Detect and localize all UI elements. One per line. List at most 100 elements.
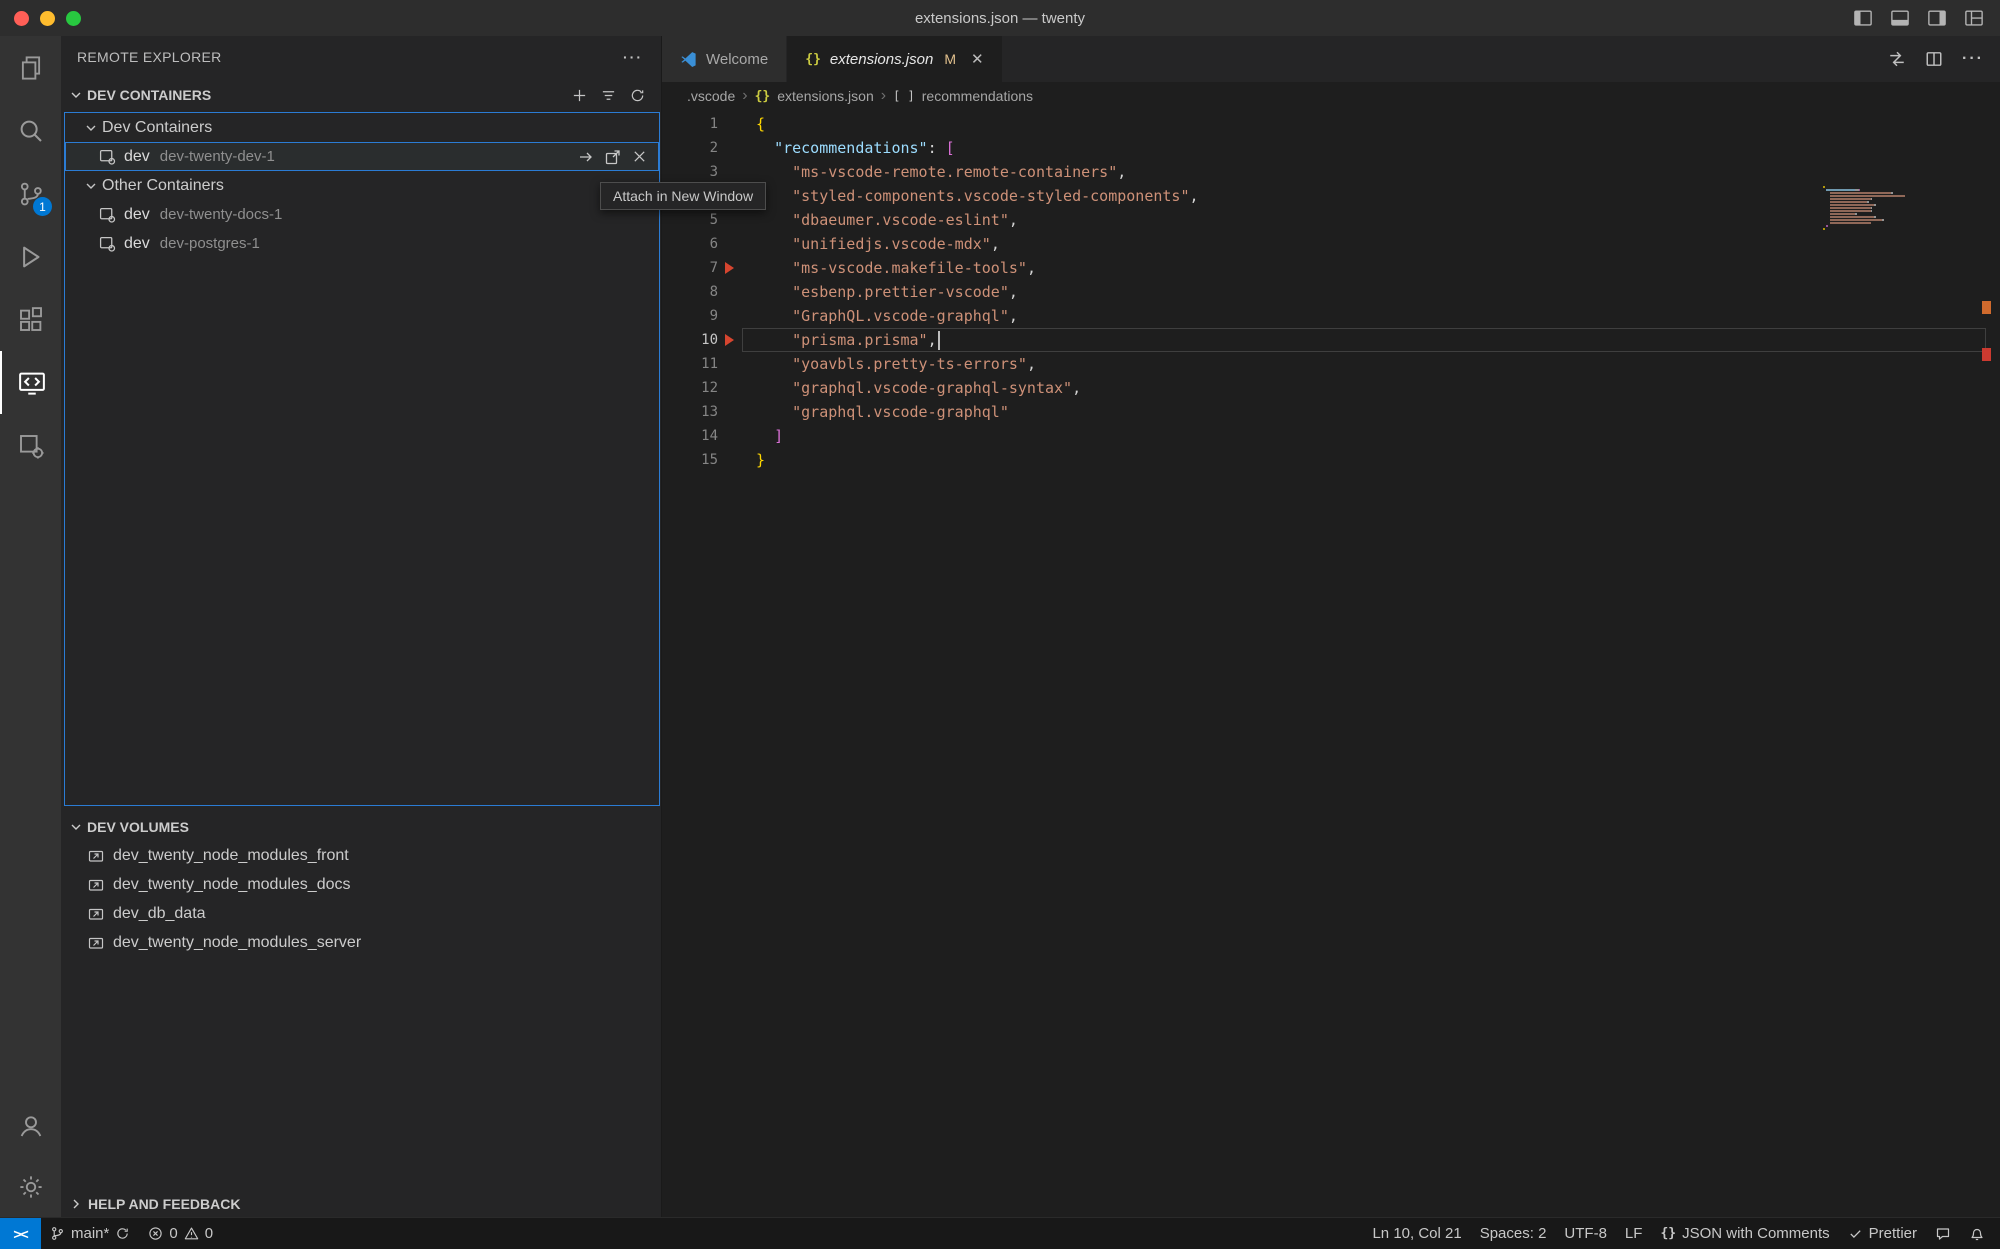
minimize-window-button[interactable] xyxy=(40,11,55,26)
accounts-icon[interactable] xyxy=(0,1095,61,1156)
code-line[interactable]: 11 "yoavbls.pretty-ts-errors", xyxy=(662,352,2000,376)
line-number[interactable]: 9 xyxy=(662,304,718,328)
close-icon[interactable] xyxy=(632,149,647,164)
source-control-icon[interactable]: 1 xyxy=(0,162,61,225)
code-line[interactable]: 7 "ms-vscode.makefile-tools", xyxy=(662,256,2000,280)
tree-group-dev-containers[interactable]: Dev Containers xyxy=(65,113,659,142)
attach-in-new-window-icon[interactable] xyxy=(605,149,621,165)
line-number[interactable]: 13 xyxy=(662,400,718,424)
line-number[interactable]: 1 xyxy=(662,112,718,136)
refresh-icon[interactable] xyxy=(630,88,645,103)
volume-item[interactable]: dev_twenty_node_modules_docs xyxy=(61,870,661,899)
toggle-secondary-sidebar-icon[interactable] xyxy=(1927,8,1947,28)
line-number[interactable]: 11 xyxy=(662,352,718,376)
code-line[interactable]: 8 "esbenp.prettier-vscode", xyxy=(662,280,2000,304)
attach-container-icon[interactable] xyxy=(578,149,594,165)
explorer-icon[interactable] xyxy=(0,36,61,99)
sidebar-more-actions-icon[interactable]: ··· xyxy=(623,49,643,65)
code-text[interactable]: "unifiedjs.vscode-mdx", xyxy=(742,232,1000,256)
line-number[interactable]: 14 xyxy=(662,424,718,448)
line-number[interactable]: 10 xyxy=(662,328,718,352)
code-text[interactable]: "yoavbls.pretty-ts-errors", xyxy=(742,352,1036,376)
section-help-and-feedback[interactable]: HELP AND FEEDBACK xyxy=(61,1190,661,1217)
code-text[interactable]: "dbaeumer.vscode-eslint", xyxy=(742,208,1018,232)
code-text[interactable]: "ms-vscode.makefile-tools", xyxy=(742,256,1036,280)
minimap[interactable] xyxy=(1823,186,1905,231)
section-dev-volumes-header[interactable]: DEV VOLUMES xyxy=(87,819,189,835)
search-icon[interactable] xyxy=(0,99,61,162)
split-editor-icon[interactable] xyxy=(1925,50,1943,68)
tab-welcome[interactable]: Welcome xyxy=(662,36,787,82)
breadcrumb-file[interactable]: extensions.json xyxy=(777,88,874,104)
code-line[interactable]: 3 "ms-vscode-remote.remote-containers", xyxy=(662,160,2000,184)
volume-item[interactable]: dev_db_data xyxy=(61,899,661,928)
code-line[interactable]: 1{ xyxy=(662,112,2000,136)
settings-gear-icon[interactable] xyxy=(0,1156,61,1217)
code-text[interactable]: "recommendations": [ xyxy=(742,136,955,160)
line-number[interactable]: 3 xyxy=(662,160,718,184)
line-number[interactable]: 7 xyxy=(662,256,718,280)
line-number[interactable]: 6 xyxy=(662,232,718,256)
code-line[interactable]: 10 "prisma.prisma", xyxy=(662,328,2000,352)
container-item-dev-twenty-dev-1[interactable]: dev dev-twenty-dev-1 xyxy=(65,142,659,171)
code-text[interactable]: "prisma.prisma", xyxy=(742,328,940,352)
volume-item[interactable]: dev_twenty_node_modules_server xyxy=(61,928,661,957)
line-number[interactable]: 15 xyxy=(662,448,718,472)
customize-layout-icon[interactable] xyxy=(1964,8,1984,28)
code-text[interactable]: "GraphQL.vscode-graphql", xyxy=(742,304,1018,328)
container-item-dev-postgres-1[interactable]: dev dev-postgres-1 xyxy=(65,229,659,258)
maximize-window-button[interactable] xyxy=(66,11,81,26)
code-line[interactable]: 13 "graphql.vscode-graphql" xyxy=(662,400,2000,424)
code-text[interactable]: "ms-vscode-remote.remote-containers", xyxy=(742,160,1126,184)
tab-extensions-json[interactable]: {} extensions.json M ✕ xyxy=(787,36,1001,82)
line-number[interactable]: 2 xyxy=(662,136,718,160)
formatter-status[interactable]: Prettier xyxy=(1839,1218,1926,1249)
remote-indicator[interactable]: >< xyxy=(0,1218,41,1249)
code-line[interactable]: 2 "recommendations": [ xyxy=(662,136,2000,160)
breadcrumb-symbol[interactable]: recommendations xyxy=(922,88,1033,104)
notifications-status[interactable] xyxy=(1960,1218,1994,1249)
code-text[interactable]: "graphql.vscode-graphql" xyxy=(742,400,1009,424)
code-line[interactable]: 9 "GraphQL.vscode-graphql", xyxy=(662,304,2000,328)
dev-containers-icon[interactable] xyxy=(0,414,61,477)
code-line[interactable]: 15} xyxy=(662,448,2000,472)
extensions-icon[interactable] xyxy=(0,288,61,351)
tree-group-other-containers[interactable]: Other Containers xyxy=(65,171,659,200)
code-editor[interactable]: 1{2 "recommendations": [3 "ms-vscode-rem… xyxy=(662,110,2000,472)
feedback-status[interactable] xyxy=(1926,1218,1960,1249)
add-container-icon[interactable] xyxy=(572,88,587,103)
breadcrumb-folder[interactable]: .vscode xyxy=(687,88,735,104)
code-line[interactable]: 5 "dbaeumer.vscode-eslint", xyxy=(662,208,2000,232)
problems-status[interactable]: 0 0 xyxy=(139,1218,222,1249)
filter-list-icon[interactable] xyxy=(601,88,616,103)
encoding-status[interactable]: UTF-8 xyxy=(1555,1218,1616,1249)
code-line[interactable]: 4 "styled-components.vscode-styled-compo… xyxy=(662,184,2000,208)
line-number[interactable]: 8 xyxy=(662,280,718,304)
more-actions-icon[interactable]: ··· xyxy=(1962,50,1984,68)
language-mode-status[interactable]: {}JSON with Comments xyxy=(1651,1218,1838,1249)
close-tab-icon[interactable]: ✕ xyxy=(971,50,984,68)
code-text[interactable]: ] xyxy=(742,424,783,448)
container-item-dev-twenty-docs-1[interactable]: dev dev-twenty-docs-1 xyxy=(65,200,659,229)
code-line[interactable]: 6 "unifiedjs.vscode-mdx", xyxy=(662,232,2000,256)
eol-status[interactable]: LF xyxy=(1616,1218,1652,1249)
cursor-position-status[interactable]: Ln 10, Col 21 xyxy=(1363,1218,1470,1249)
git-branch-status[interactable]: main* xyxy=(41,1218,139,1249)
chevron-down-icon[interactable] xyxy=(70,821,82,833)
code-text[interactable]: } xyxy=(742,448,765,472)
close-window-button[interactable] xyxy=(14,11,29,26)
run-debug-icon[interactable] xyxy=(0,225,61,288)
code-text[interactable]: { xyxy=(742,112,765,136)
code-text[interactable]: "esbenp.prettier-vscode", xyxy=(742,280,1018,304)
toggle-primary-sidebar-icon[interactable] xyxy=(1853,8,1873,28)
line-number[interactable]: 5 xyxy=(662,208,718,232)
code-text[interactable]: "styled-components.vscode-styled-compone… xyxy=(742,184,1199,208)
volume-item[interactable]: dev_twenty_node_modules_front xyxy=(61,841,661,870)
indentation-status[interactable]: Spaces: 2 xyxy=(1471,1218,1556,1249)
open-changes-icon[interactable] xyxy=(1888,50,1906,68)
code-text[interactable]: "graphql.vscode-graphql-syntax", xyxy=(742,376,1081,400)
section-dev-containers-header[interactable]: DEV CONTAINERS xyxy=(87,87,211,103)
code-line[interactable]: 14 ] xyxy=(662,424,2000,448)
remote-explorer-icon[interactable] xyxy=(0,351,61,414)
toggle-panel-icon[interactable] xyxy=(1890,8,1910,28)
